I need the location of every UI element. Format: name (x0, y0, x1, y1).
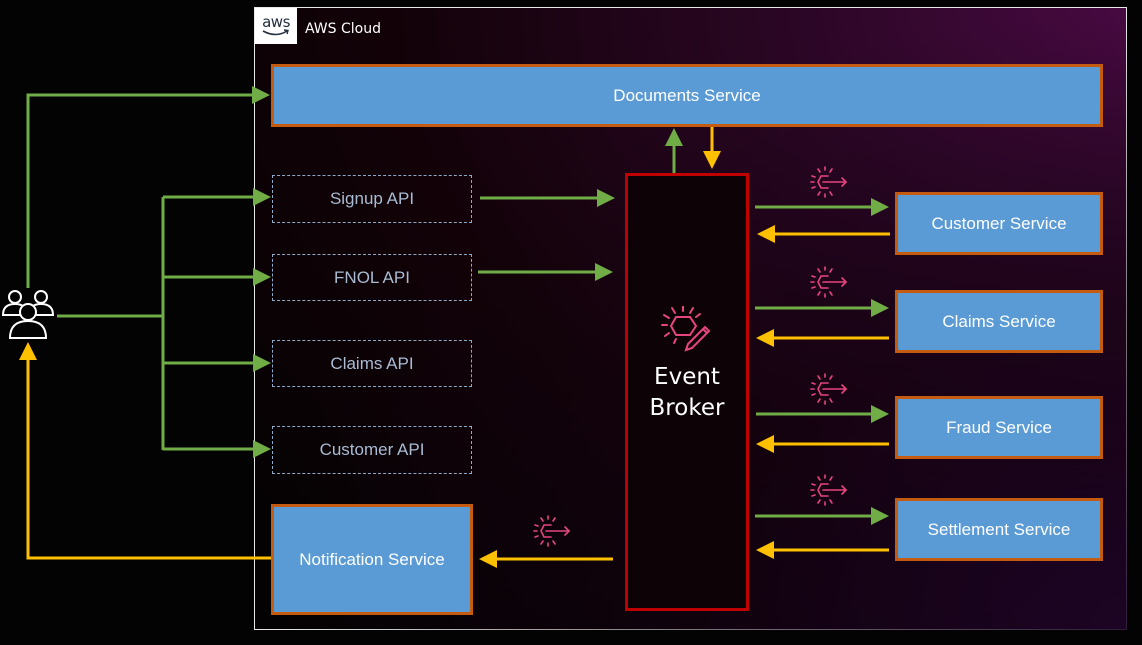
notification-service[interactable]: Notification Service (271, 504, 473, 615)
fraud-service[interactable]: Fraud Service (895, 396, 1103, 459)
customer-service[interactable]: Customer Service (895, 192, 1103, 255)
customer-api[interactable]: Customer API (272, 426, 472, 474)
users-group-icon (1, 290, 55, 339)
claims-api[interactable]: Claims API (272, 340, 472, 387)
arrow-users-to-documents (26, 86, 270, 288)
signup-api[interactable]: Signup API (272, 175, 472, 223)
fnol-api[interactable]: FNOL API (272, 254, 472, 301)
event-rule-icon-settlement (810, 474, 848, 506)
event-broker-label-line2: Broker (649, 395, 725, 421)
event-rule-icon-notification (533, 515, 571, 547)
settlement-service[interactable]: Settlement Service (895, 498, 1103, 561)
event-rule-icon-claims (810, 266, 848, 298)
claims-service[interactable]: Claims Service (895, 290, 1103, 353)
event-broker-label: Event Broker (625, 362, 749, 424)
event-rule-icon-fraud (810, 373, 848, 405)
event-broker-icon (661, 306, 711, 352)
event-broker-label-line1: Event (654, 364, 720, 390)
documents-service[interactable]: Documents Service (271, 64, 1103, 127)
event-rule-icon-customer (810, 166, 848, 198)
arrow-notification-to-users (19, 342, 273, 560)
